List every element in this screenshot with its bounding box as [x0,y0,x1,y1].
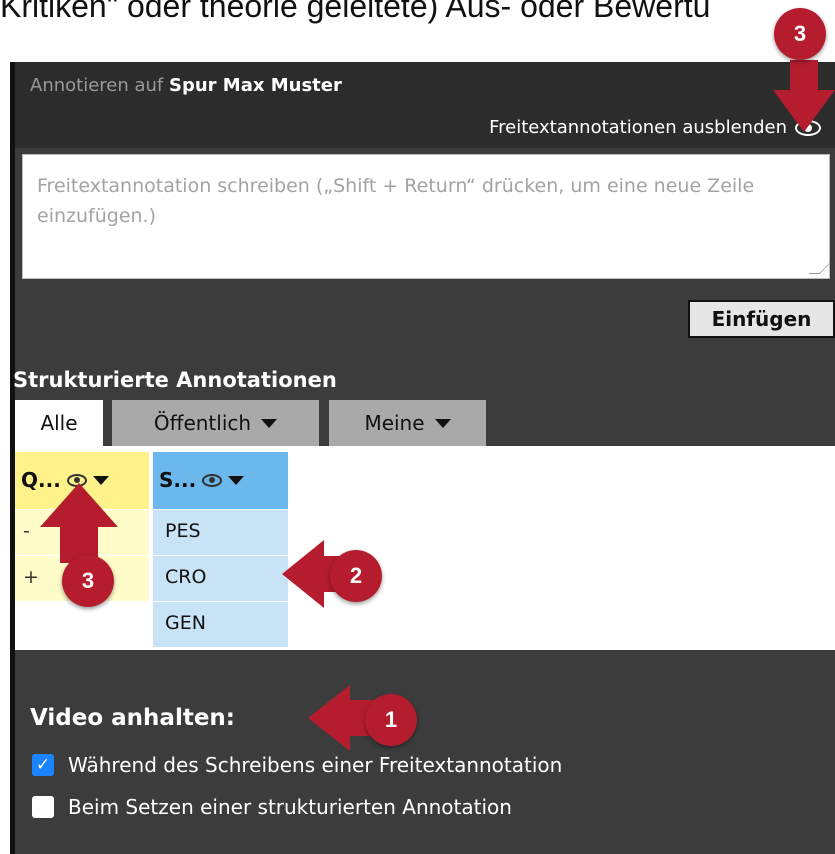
hide-freetext-toggle[interactable]: Freitextannotationen ausblenden [489,117,821,138]
callout-badge-3-column: 3 [62,555,114,607]
s-cell-gen[interactable]: GEN [153,602,288,648]
hide-freetext-label[interactable]: Freitextannotationen ausblenden [489,117,787,138]
callout-arrow-up [40,483,118,563]
callout-badge-3-top: 3 [774,8,826,60]
pause-video-title: Video anhalten: [30,705,235,731]
pause-option-writing[interactable]: ✓ Während des Schreibens einer Freitexta… [32,753,562,777]
insert-button[interactable]: Einfügen [688,300,835,338]
freetext-annotation-input[interactable]: Freitextannotation schreiben („Shift + R… [22,154,831,279]
eye-icon[interactable] [202,473,223,487]
annotating-on-label: Annotieren auf Spur Max Muster [30,75,342,96]
structured-annotations-title: Strukturierte Annotationen [13,368,337,392]
tab-mine[interactable]: Meine [329,400,486,446]
pause-option-structured-label[interactable]: Beim Setzen einer strukturierten Annotat… [68,795,512,819]
checkbox-checked-icon[interactable]: ✓ [32,754,54,776]
chevron-down-icon [261,418,278,428]
checkbox-unchecked-icon[interactable] [32,796,54,818]
callout-badge-2: 2 [330,550,382,602]
tab-mine-label: Meine [364,411,425,435]
freetext-placeholder: Freitextannotation schreiben („Shift + R… [37,175,755,227]
column-header-s-label: S... [159,468,197,492]
chevron-down-icon[interactable] [228,475,245,485]
tab-all-label: Alle [40,411,78,435]
top-caption: Kritiken" oder theorie geleitete) Aus- o… [0,0,711,24]
callout-badge-1: 1 [365,694,417,746]
s-cell-pes[interactable]: PES [153,510,288,556]
tab-public-label: Öffentlich [153,411,252,435]
chevron-down-icon [434,418,451,428]
track-name[interactable]: Spur Max Muster [169,75,342,96]
annotating-on-prefix: Annotieren auf [30,75,164,96]
tab-public[interactable]: Öffentlich [112,400,319,446]
callout-arrow-down [773,60,835,132]
pause-option-structured[interactable]: Beim Setzen einer strukturierten Annotat… [32,795,512,819]
tab-all[interactable]: Alle [15,400,103,446]
column-header-s[interactable]: S... [153,452,288,509]
resize-handle-icon[interactable] [808,263,831,274]
pause-option-writing-label[interactable]: Während des Schreibens einer Freitextann… [68,753,562,777]
s-cell-cro[interactable]: CRO [153,556,288,602]
